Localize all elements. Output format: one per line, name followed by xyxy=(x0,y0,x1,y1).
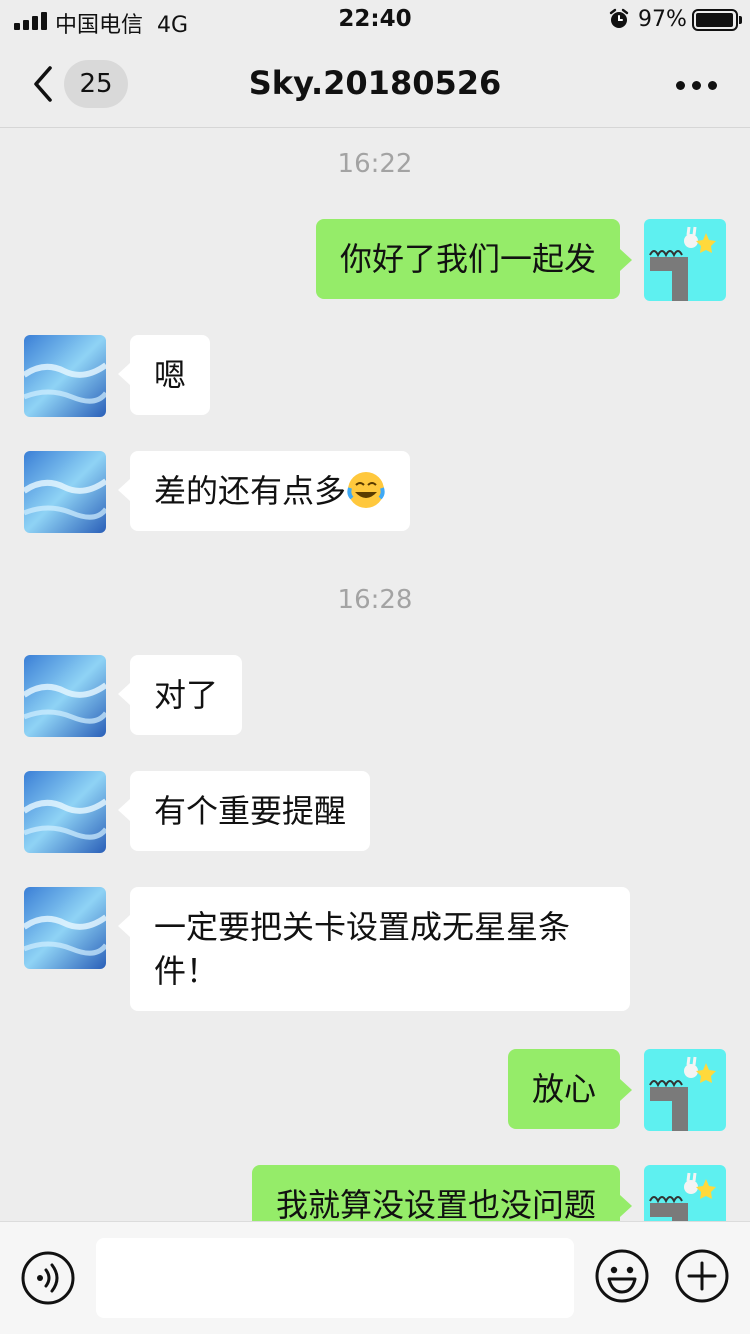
alarm-icon xyxy=(609,8,629,28)
sky-clouds-avatar[interactable] xyxy=(24,887,106,969)
message-bubble[interactable]: 对了 xyxy=(117,655,243,735)
message-input[interactable] xyxy=(96,1238,574,1318)
message-bubble[interactable]: 一定要把关卡设置成无星星条件！ xyxy=(118,887,630,1011)
message-bubble[interactable]: 有个重要提醒 xyxy=(117,771,371,851)
battery-icon xyxy=(692,9,742,31)
sky-clouds-avatar[interactable] xyxy=(24,771,106,853)
game-character-avatar[interactable] xyxy=(644,1049,726,1131)
sky-clouds-avatar[interactable] xyxy=(24,451,106,533)
emoji-icon[interactable] xyxy=(594,1248,650,1304)
game-character-avatar[interactable] xyxy=(644,219,726,301)
game-character-avatar[interactable] xyxy=(644,1165,726,1221)
timestamp: 16:22 xyxy=(337,149,413,179)
message-bubble[interactable]: 放心 xyxy=(507,1049,633,1129)
input-bar xyxy=(0,1221,750,1334)
chat-header: 25 Sky.20180526 xyxy=(0,40,750,128)
message-bubble[interactable]: 你好了我们一起发 xyxy=(315,219,633,299)
message-bubble[interactable]: 嗯 xyxy=(117,335,211,415)
sky-clouds-avatar[interactable] xyxy=(24,655,106,737)
battery-percentage: 97% xyxy=(638,7,687,32)
chat-title: Sky.20180526 xyxy=(248,64,502,102)
voice-icon[interactable] xyxy=(20,1250,76,1306)
message-bubble[interactable]: 我就算没设置也没问题 xyxy=(251,1165,633,1221)
timestamp: 16:28 xyxy=(337,585,413,615)
more-dots-icon[interactable] xyxy=(668,62,724,106)
back-arrow-icon[interactable] xyxy=(28,62,56,106)
battery-fill xyxy=(696,13,733,27)
message-list[interactable]: 16:22 你好了我们一起发 嗯 差的还有点多 16:28 对了 有个重要提醒 … xyxy=(0,129,750,1221)
status-bar: 中国电信 4G 22:40 97% xyxy=(0,0,750,40)
plus-icon[interactable] xyxy=(674,1248,730,1304)
sky-clouds-avatar[interactable] xyxy=(24,335,106,417)
message-text: 差的还有点多 xyxy=(154,472,347,510)
laughing-crying-emoji xyxy=(347,472,385,508)
unread-count-badge[interactable]: 25 xyxy=(64,60,128,108)
message-bubble[interactable]: 差的还有点多 xyxy=(117,451,411,531)
